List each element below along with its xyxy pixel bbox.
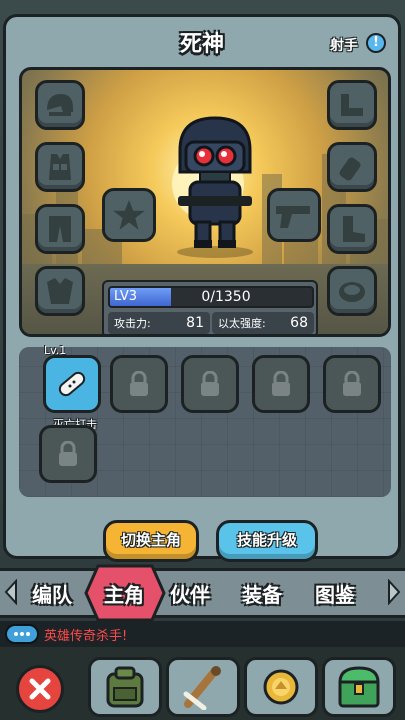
backpack-icon [47, 278, 73, 304]
chest-button[interactable] [322, 657, 396, 717]
equip-slot-grenade[interactable] [327, 142, 377, 192]
level-stats-box: LV3 0/1350 攻击力: 81 以太强度: 68 [102, 280, 318, 334]
lock-icon [59, 441, 77, 466]
chat-ticker[interactable]: 英雄传奇杀手! [0, 621, 405, 647]
close-icon [29, 678, 51, 700]
weapon-shop-button[interactable] [166, 657, 240, 717]
tab-partner[interactable]: 伙伴 [170, 579, 210, 608]
equip-slot-pants[interactable] [35, 204, 85, 254]
upgrade-skill-button[interactable]: 技能升级 [216, 520, 318, 562]
bandage-icon [58, 371, 86, 397]
bottom-bar [0, 647, 405, 720]
star-icon [113, 200, 145, 230]
skill-slot-star[interactable] [102, 188, 156, 242]
xp-text: 0/1350 [201, 289, 251, 305]
vest-icon [49, 154, 71, 180]
equip-slot-boots[interactable] [327, 204, 377, 254]
skill-slot-locked[interactable] [181, 355, 239, 413]
tab-equipment[interactable]: 装备 [242, 579, 282, 608]
hero-stage: LV3 0/1350 攻击力: 81 以太强度: 68 [19, 67, 391, 337]
pants-icon [49, 216, 71, 242]
disc-icon [339, 282, 365, 302]
equip-slot-backpack[interactable] [35, 266, 85, 316]
skill-slot-locked[interactable] [323, 355, 381, 413]
lock-icon [272, 371, 290, 396]
stat-ether-label: 以太强度: [218, 317, 266, 330]
close-button[interactable] [16, 665, 64, 713]
tab-team[interactable]: 编队 [32, 579, 72, 608]
tab-hero[interactable]: 主角 [104, 579, 144, 608]
level-progress-bar: LV3 0/1350 [108, 286, 314, 308]
tab-codex[interactable]: 图鉴 [315, 579, 355, 608]
skill-slot-locked[interactable] [110, 355, 168, 413]
hero-character [177, 116, 253, 258]
arrow-right-icon[interactable] [387, 579, 401, 605]
chest-icon [338, 666, 380, 708]
lock-icon [201, 371, 219, 396]
panel-header: 死神 射手 ! [6, 17, 398, 67]
hero-panel: 死神 射手 ! LV3 0/1350 攻击力: 81 以太强度: 68 Lv.1… [3, 14, 401, 562]
hero-class-label: 射手 [330, 38, 358, 54]
equip-slot-disc[interactable] [327, 266, 377, 316]
stat-ether: 以太强度: 68 [212, 312, 314, 334]
info-icon[interactable]: ! [366, 33, 386, 53]
skill-slot-locked[interactable] [252, 355, 310, 413]
stat-attack-label: 攻击力: [114, 317, 151, 330]
dots-icon [14, 632, 30, 636]
grenade-icon [339, 157, 361, 181]
stat-attack: 攻击力: 81 [108, 312, 210, 334]
weapon-slot-pistol[interactable] [267, 188, 321, 242]
medal-button[interactable] [244, 657, 318, 717]
equip-slot-boomerang[interactable] [327, 80, 377, 130]
skill-slot-locked[interactable] [39, 425, 97, 483]
backpack-shop-button[interactable] [88, 657, 162, 717]
skill-slot-unlocked[interactable]: Lv.1 灭亡打击 [43, 344, 101, 431]
chat-bubble-icon[interactable] [5, 624, 39, 644]
equip-slot-helmet[interactable] [35, 80, 85, 130]
pistol-icon [276, 206, 310, 228]
bone-club-icon [183, 666, 221, 710]
skill-level: Lv.1 [44, 344, 67, 357]
boomerang-icon [341, 94, 363, 116]
switch-hero-button[interactable]: 切换主角 [103, 520, 199, 562]
boots-icon [343, 216, 365, 242]
backpack-icon [106, 666, 144, 708]
lock-icon [343, 371, 361, 396]
lock-icon [130, 371, 148, 396]
medal-icon [263, 669, 299, 705]
stat-attack-value: 81 [186, 315, 204, 331]
helmet-icon [47, 94, 73, 116]
arrow-left-icon[interactable] [4, 579, 18, 605]
stat-ether-value: 68 [290, 315, 308, 331]
chat-message: 英雄传奇杀手! [44, 629, 128, 644]
equip-slot-vest[interactable] [35, 142, 85, 192]
